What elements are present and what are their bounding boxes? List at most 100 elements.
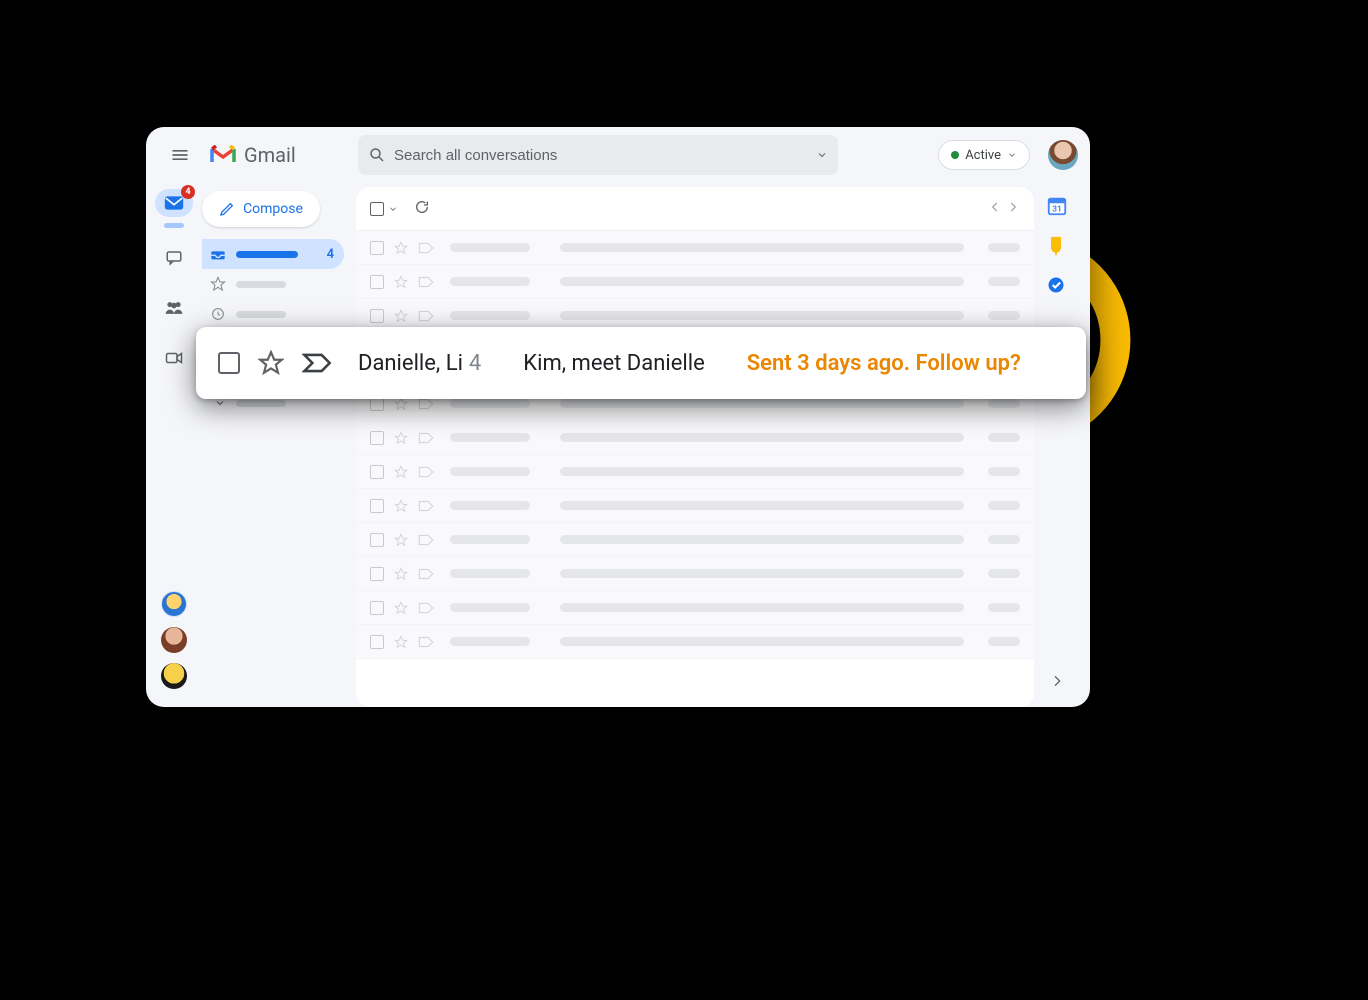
main-menu-button[interactable] [158, 133, 202, 177]
importance-icon[interactable] [418, 398, 434, 410]
subject-placeholder [560, 311, 964, 320]
refresh-button[interactable] [414, 199, 430, 219]
star-icon[interactable] [394, 275, 408, 289]
chevron-right-icon [1049, 673, 1065, 689]
sidebar-label-placeholder [236, 311, 286, 318]
checkbox-icon [370, 202, 384, 216]
pencil-icon [219, 201, 235, 217]
list-toolbar [356, 187, 1034, 231]
importance-icon[interactable] [418, 602, 434, 614]
importance-icon[interactable] [418, 636, 434, 648]
subject-placeholder [560, 243, 964, 252]
star-icon[interactable] [394, 499, 408, 513]
rail-contact-avatar[interactable] [161, 663, 187, 689]
search-bar[interactable] [358, 135, 838, 175]
mail-row[interactable] [356, 265, 1034, 299]
importance-icon[interactable] [418, 534, 434, 546]
mail-row[interactable] [356, 523, 1034, 557]
star-icon[interactable] [394, 635, 408, 649]
rail-spaces-button[interactable] [154, 288, 194, 328]
sidebar-item-starred[interactable] [202, 269, 344, 299]
search-icon [368, 146, 386, 164]
time-placeholder [988, 277, 1020, 286]
meet-icon [165, 351, 183, 365]
pagination [988, 199, 1020, 218]
star-icon[interactable] [394, 465, 408, 479]
time-placeholder [988, 603, 1020, 612]
status-pill[interactable]: Active [938, 140, 1030, 170]
row-checkbox[interactable] [370, 567, 384, 581]
mail-row[interactable] [356, 557, 1034, 591]
row-checkbox[interactable] [370, 309, 384, 323]
importance-icon[interactable] [418, 466, 434, 478]
select-all[interactable] [370, 202, 398, 216]
star-icon[interactable] [394, 601, 408, 615]
star-icon[interactable] [394, 309, 408, 323]
sender-placeholder [450, 637, 530, 646]
star-icon[interactable] [258, 350, 284, 376]
rail-contact-avatar[interactable] [161, 627, 187, 653]
chat-icon [165, 249, 183, 267]
sidepanel-tasks-button[interactable] [1046, 275, 1068, 297]
sidepanel-calendar-button[interactable]: 31 [1046, 195, 1068, 217]
sender-placeholder [450, 311, 530, 320]
importance-icon[interactable] [418, 242, 434, 254]
sender-placeholder [450, 569, 530, 578]
importance-icon[interactable] [418, 568, 434, 580]
gmail-logo-icon [210, 145, 236, 165]
row-checkbox[interactable] [370, 465, 384, 479]
main-area: 31 [352, 183, 1090, 707]
mail-row[interactable] [356, 591, 1034, 625]
nudge-card[interactable]: Danielle, Li4 Kim, meet Danielle Sent 3 … [196, 327, 1086, 399]
mail-row[interactable] [356, 455, 1034, 489]
brand-name: Gmail [244, 143, 296, 167]
row-checkbox[interactable] [370, 499, 384, 513]
rail-meet-button[interactable] [154, 338, 194, 378]
row-checkbox[interactable] [370, 431, 384, 445]
status-label: Active [965, 148, 1001, 163]
sidepanel-expand-button[interactable] [1049, 673, 1065, 693]
row-checkbox[interactable] [370, 275, 384, 289]
compose-button[interactable]: Compose [202, 191, 320, 227]
star-icon[interactable] [394, 241, 408, 255]
importance-icon[interactable] [418, 500, 434, 512]
sidebar-label-placeholder [236, 281, 286, 288]
page-next-button[interactable] [1006, 199, 1020, 218]
row-checkbox[interactable] [370, 635, 384, 649]
nudge-participants-names: Danielle, Li [358, 351, 463, 376]
star-icon[interactable] [394, 567, 408, 581]
nudge-checkbox[interactable] [218, 352, 240, 374]
subject-placeholder [560, 467, 964, 476]
nudge-followup-hint: Sent 3 days ago. Follow up? [747, 351, 1021, 376]
clock-icon [210, 306, 226, 322]
sidepanel-keep-button[interactable] [1046, 235, 1068, 257]
importance-icon[interactable] [418, 310, 434, 322]
rail-chat-button[interactable] [154, 238, 194, 278]
chevron-left-icon [988, 200, 1002, 214]
row-list [356, 231, 1034, 707]
importance-icon[interactable] [302, 352, 332, 374]
row-checkbox[interactable] [370, 533, 384, 547]
rail-mail-button[interactable]: 4 [155, 189, 193, 217]
refresh-icon [414, 199, 430, 215]
sidebar-item-snoozed[interactable] [202, 299, 344, 329]
mail-row[interactable] [356, 625, 1034, 659]
subject-placeholder [560, 277, 964, 286]
search-options-icon[interactable] [816, 149, 828, 161]
importance-icon[interactable] [418, 276, 434, 288]
importance-icon[interactable] [418, 432, 434, 444]
mail-row[interactable] [356, 231, 1034, 265]
row-checkbox[interactable] [370, 601, 384, 615]
account-avatar[interactable] [1048, 140, 1078, 170]
caret-down-icon [1007, 150, 1017, 160]
mail-row[interactable] [356, 421, 1034, 455]
row-checkbox[interactable] [370, 241, 384, 255]
mail-row[interactable] [356, 489, 1034, 523]
search-input[interactable] [394, 147, 828, 164]
rail-contact-avatar[interactable] [161, 591, 187, 617]
star-icon[interactable] [394, 431, 408, 445]
sidebar-item-inbox[interactable]: 4 [202, 239, 344, 269]
star-icon[interactable] [394, 533, 408, 547]
page-prev-button[interactable] [988, 199, 1002, 218]
keep-icon [1046, 235, 1066, 257]
